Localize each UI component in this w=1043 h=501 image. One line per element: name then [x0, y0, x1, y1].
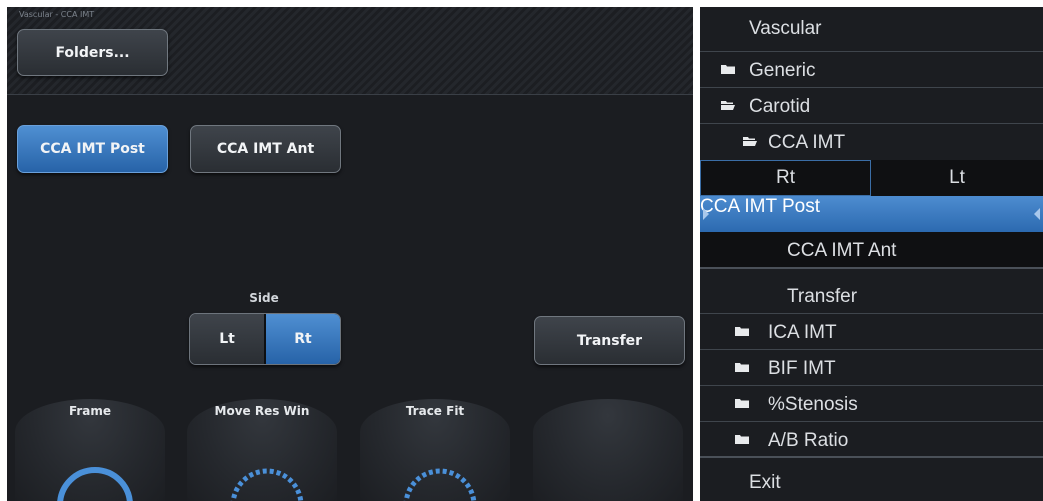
transfer-button[interactable]: Transfer: [534, 316, 685, 365]
preset-cca-imt-post-button[interactable]: CCA IMT Post: [17, 125, 168, 173]
folder-open-icon: [743, 137, 757, 146]
menu-item-exit[interactable]: Exit: [700, 464, 1043, 500]
menu-item-label: ICA IMT: [768, 322, 837, 343]
touch-panel: Vascular - CCA IMT Folders... CCA IMT Po…: [7, 7, 693, 501]
menu-item-label: CCA IMT Ant: [787, 240, 897, 261]
menu-item-stenosis[interactable]: %Stenosis: [700, 386, 1043, 422]
menu-title: Vascular: [749, 18, 822, 39]
menu-item-generic[interactable]: Generic: [700, 52, 1043, 88]
menu-title-row: Vascular: [700, 7, 1043, 52]
menu-item-label: A/B Ratio: [768, 430, 849, 451]
panel-header: Vascular - CCA IMT Folders...: [7, 7, 693, 95]
side-lt-option[interactable]: Lt: [871, 160, 1043, 196]
side-toggle: Lt Rt: [189, 313, 341, 365]
folder-closed-icon: [735, 399, 749, 408]
menu-item-label: CCA IMT Post: [700, 196, 821, 217]
mode-label: Vascular - CCA IMT: [19, 10, 95, 19]
menu-item-label: Transfer: [787, 286, 858, 307]
side-lt-button[interactable]: Lt: [190, 314, 264, 364]
folder-closed-icon: [721, 65, 735, 74]
menu-item-cca-imt-post-selected[interactable]: CCA IMT Post: [700, 196, 1043, 232]
menu-item-label: BIF IMT: [768, 358, 836, 379]
frame-label: Frame: [68, 404, 112, 418]
menu-item-label: Carotid: [749, 96, 811, 117]
menu-item-label: %Stenosis: [768, 394, 858, 415]
move-res-win-label: Move Res Win: [214, 404, 310, 418]
menu-item-label: Generic: [749, 60, 816, 81]
side-rt-button[interactable]: Rt: [266, 314, 340, 364]
menu-item-ab-ratio[interactable]: A/B Ratio: [700, 422, 1043, 458]
menu-item-bif-imt[interactable]: BIF IMT: [700, 350, 1043, 386]
folder-open-icon: [721, 101, 735, 110]
folder-closed-icon: [735, 327, 749, 336]
side-selector: Rt Lt: [700, 160, 1043, 196]
menu-item-cca-imt-ant[interactable]: CCA IMT Ant: [700, 232, 1043, 269]
protocol-menu: Vascular Generic Carotid CCA IMT Rt Lt C…: [700, 7, 1043, 501]
selection-arrow-left-icon: [703, 208, 709, 220]
move-res-win-knob[interactable]: [227, 457, 307, 501]
folder-closed-icon: [735, 363, 749, 372]
knob-well-empty: [533, 399, 683, 501]
frame-knob[interactable]: [55, 457, 135, 501]
selection-arrow-right-icon: [1034, 208, 1040, 220]
menu-item-transfer[interactable]: Transfer: [700, 278, 1043, 314]
preset-cca-imt-ant-button[interactable]: CCA IMT Ant: [190, 125, 341, 173]
side-rt-option[interactable]: Rt: [700, 160, 871, 196]
menu-item-cca-imt[interactable]: CCA IMT: [700, 124, 1043, 160]
trace-fit-knob[interactable]: [400, 457, 480, 501]
trace-fit-label: Trace Fit: [405, 404, 465, 418]
menu-item-label: Exit: [749, 472, 781, 493]
menu-item-label: CCA IMT: [768, 132, 846, 153]
menu-item-ica-imt[interactable]: ICA IMT: [700, 314, 1043, 350]
side-label: Side: [249, 291, 279, 305]
menu-item-carotid[interactable]: Carotid: [700, 88, 1043, 124]
folder-closed-icon: [735, 435, 749, 444]
folders-button[interactable]: Folders...: [17, 29, 168, 76]
